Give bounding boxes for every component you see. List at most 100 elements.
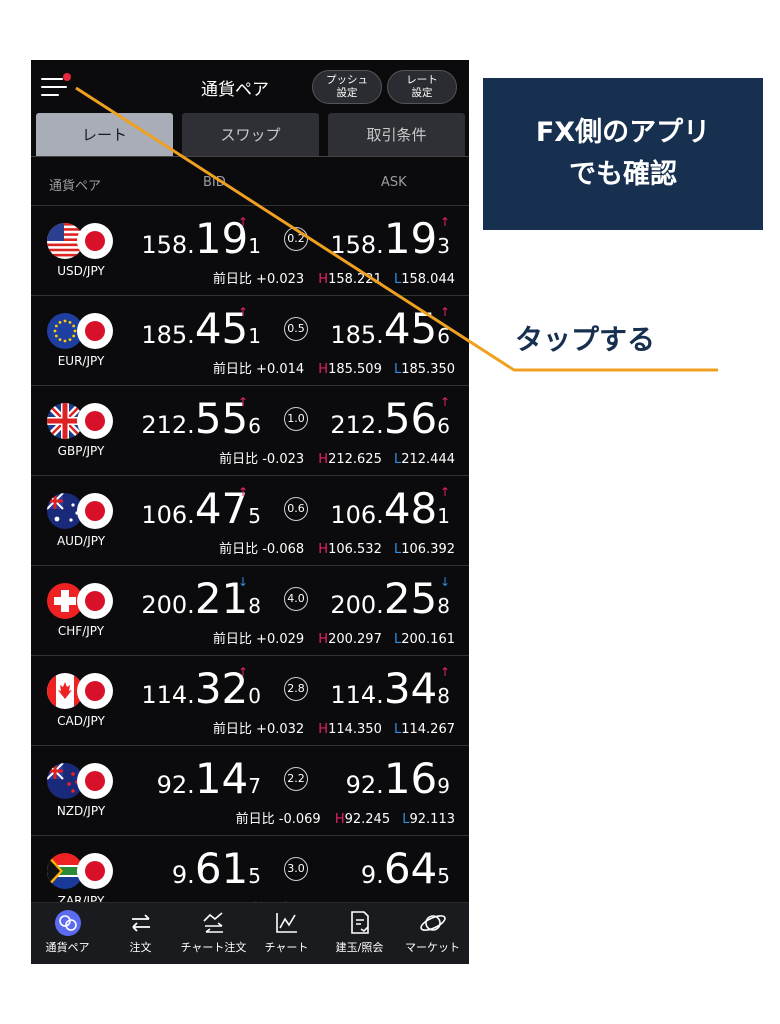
spread-badge: 0.2 [284,227,308,251]
bid-trend-up-icon: ↑ [238,485,249,499]
top-bar: 通貨ペア プッシュ 設定 レート 設定 [31,60,469,112]
bid-price[interactable]: 114. 32 0 ↑ [131,664,261,714]
spread-badge: 2.2 [284,767,308,791]
nav-item-chart-order[interactable]: チャート注文 [177,903,250,964]
nav-item-market-planet[interactable]: マーケット [396,903,469,964]
market-planet-icon [419,909,447,937]
push-settings-button[interactable]: プッシュ 設定 [312,70,382,104]
jpy-flag-icon [77,493,113,529]
bid-price[interactable]: 92. 14 7 [131,754,261,804]
column-header-pair: 通貨ペア [49,179,102,194]
currency-pair-name: CAD/JPY [57,714,105,728]
change-value: -0.023 [262,452,305,467]
currency-flags [47,491,117,531]
low-value: 92.113 [409,812,456,827]
bid-price[interactable]: 212. 55 6 ↑ [131,394,261,444]
chart-order-icon [200,909,228,937]
rate-settings-button[interactable]: レート 設定 [387,70,457,104]
ask-trend-up-icon: ↑ [439,485,450,499]
notification-dot [63,73,71,81]
ask-trend-up-icon: ↑ [439,665,450,679]
column-header-ask: ASK [381,175,407,190]
nav-item-position-inquiry[interactable]: 建玉/照会 [323,903,396,964]
daily-stats: 前日比 -0.068 H106.532 L106.392 [219,542,455,557]
tab-rate[interactable]: レート [36,113,173,157]
bottom-navigation: 通貨ペア 注文 チャート注文 チャート 建玉/照会 マーケット [31,902,469,964]
ask-price[interactable]: 9. 64 5 [319,844,450,894]
rate-row[interactable]: CHF/JPY 200. 21 8 ↓ 4.0 200. 25 8 ↓ 前日比 +0.0… [31,565,469,656]
currency-pair-name: USD/JPY [57,264,105,278]
annotation-callout-box: FX側のアプリ でも確認 [483,78,763,230]
low-value: 185.350 [401,362,455,377]
low-value: 114.267 [401,722,455,737]
bid-price[interactable]: 9. 61 5 [131,844,261,894]
currency-pair-name: CHF/JPY [57,624,105,638]
currency-flags [47,671,117,711]
bid-trend-up-icon: ↑ [238,305,249,319]
rate-row[interactable]: USD/JPY 158. 19 1 ↑ 0.2 158. 19 3 ↑ 前日比 +0.0… [31,205,469,296]
jpy-flag-icon [77,223,113,259]
bid-price[interactable]: 200. 21 8 ↓ [131,574,261,624]
low-value: 212.444 [401,452,455,467]
rate-row[interactable]: AUD/JPY 106. 47 5 ↑ 0.6 106. 48 1 ↑ 前日比 -0.0… [31,475,469,566]
ask-price[interactable]: 114. 34 8 ↑ [319,664,450,714]
ask-trend-up-icon: ↑ [439,305,450,319]
jpy-flag-icon [77,673,113,709]
nav-item-chart[interactable]: チャート [250,903,323,964]
ask-price[interactable]: 185. 45 6 ↑ [319,304,450,354]
bid-price[interactable]: 185. 45 1 ↑ [131,304,261,354]
annotation-tap-label: タップする [515,323,656,356]
chart-icon [273,909,301,937]
ask-trend-down-icon: ↓ [439,575,450,589]
spread-badge: 4.0 [284,587,308,611]
high-value: 92.245 [344,812,391,827]
daily-stats: 前日比 -0.069 H92.245 L92.113 [235,812,456,827]
bid-trend-up-icon: ↑ [238,665,249,679]
ask-price[interactable]: 92. 16 9 [319,754,450,804]
jpy-flag-icon [77,403,113,439]
change-value: +0.029 [256,632,305,647]
change-value: -0.068 [262,542,305,557]
rate-row[interactable]: CAD/JPY 114. 32 0 ↑ 2.8 114. 34 8 ↑ 前日比 +0.0… [31,655,469,746]
currency-flags [47,761,117,801]
currency-pair-icon [54,909,82,937]
position-inquiry-icon [346,909,374,937]
daily-stats: 前日比 -0.023 H212.625 L212.444 [219,452,455,467]
column-header-bid: BID [203,175,226,190]
currency-pair-name: NZD/JPY [56,804,106,818]
jpy-flag-icon [77,763,113,799]
currency-flags [47,221,117,261]
tab-bar: レート スワップ 取引条件 [36,113,465,157]
ask-trend-up-icon: ↑ [439,395,450,409]
bid-price[interactable]: 158. 19 1 ↑ [131,214,261,264]
high-value: 114.350 [328,722,382,737]
tab-trade-conditions[interactable]: 取引条件 [328,113,465,157]
rate-row[interactable]: NZD/JPY 92. 14 7 2.2 92. 16 9 前日比 -0.069 H92… [31,745,469,836]
nav-item-order-arrows[interactable]: 注文 [104,903,177,964]
currency-flags [47,851,117,891]
rate-row[interactable]: GBP/JPY 212. 55 6 ↑ 1.0 212. 56 6 ↑ 前日比 -0.0… [31,385,469,476]
spread-badge: 0.6 [284,497,308,521]
ask-price[interactable]: 212. 56 6 ↑ [319,394,450,444]
daily-stats: 前日比 +0.032 H114.350 L114.267 [212,722,455,737]
change-value: +0.023 [256,272,305,287]
daily-stats: 前日比 +0.014 H185.509 L185.350 [212,362,455,377]
tab-divider [31,156,469,157]
change-value: +0.014 [256,362,305,377]
bid-trend-up-icon: ↑ [238,215,249,229]
tab-swap[interactable]: スワップ [182,113,319,157]
daily-stats: 前日比 +0.023 H158.221 L158.044 [212,272,455,287]
ask-price[interactable]: 158. 19 3 ↑ [319,214,450,264]
ask-price[interactable]: 200. 25 8 ↓ [319,574,450,624]
low-value: 106.392 [401,542,455,557]
hamburger-menu-icon[interactable] [41,73,71,98]
currency-pair-name: GBP/JPY [57,444,105,458]
rate-row[interactable]: EUR/JPY 185. 45 1 ↑ 0.5 185. 45 6 ↑ 前日比 +0.0… [31,295,469,386]
bid-price[interactable]: 106. 47 5 ↑ [131,484,261,534]
spread-badge: 3.0 [284,857,308,881]
nav-item-currency-pair[interactable]: 通貨ペア [31,903,104,964]
spread-badge: 2.8 [284,677,308,701]
spread-badge: 1.0 [284,407,308,431]
daily-stats: 前日比 +0.029 H200.297 L200.161 [212,632,455,647]
ask-price[interactable]: 106. 48 1 ↑ [319,484,450,534]
